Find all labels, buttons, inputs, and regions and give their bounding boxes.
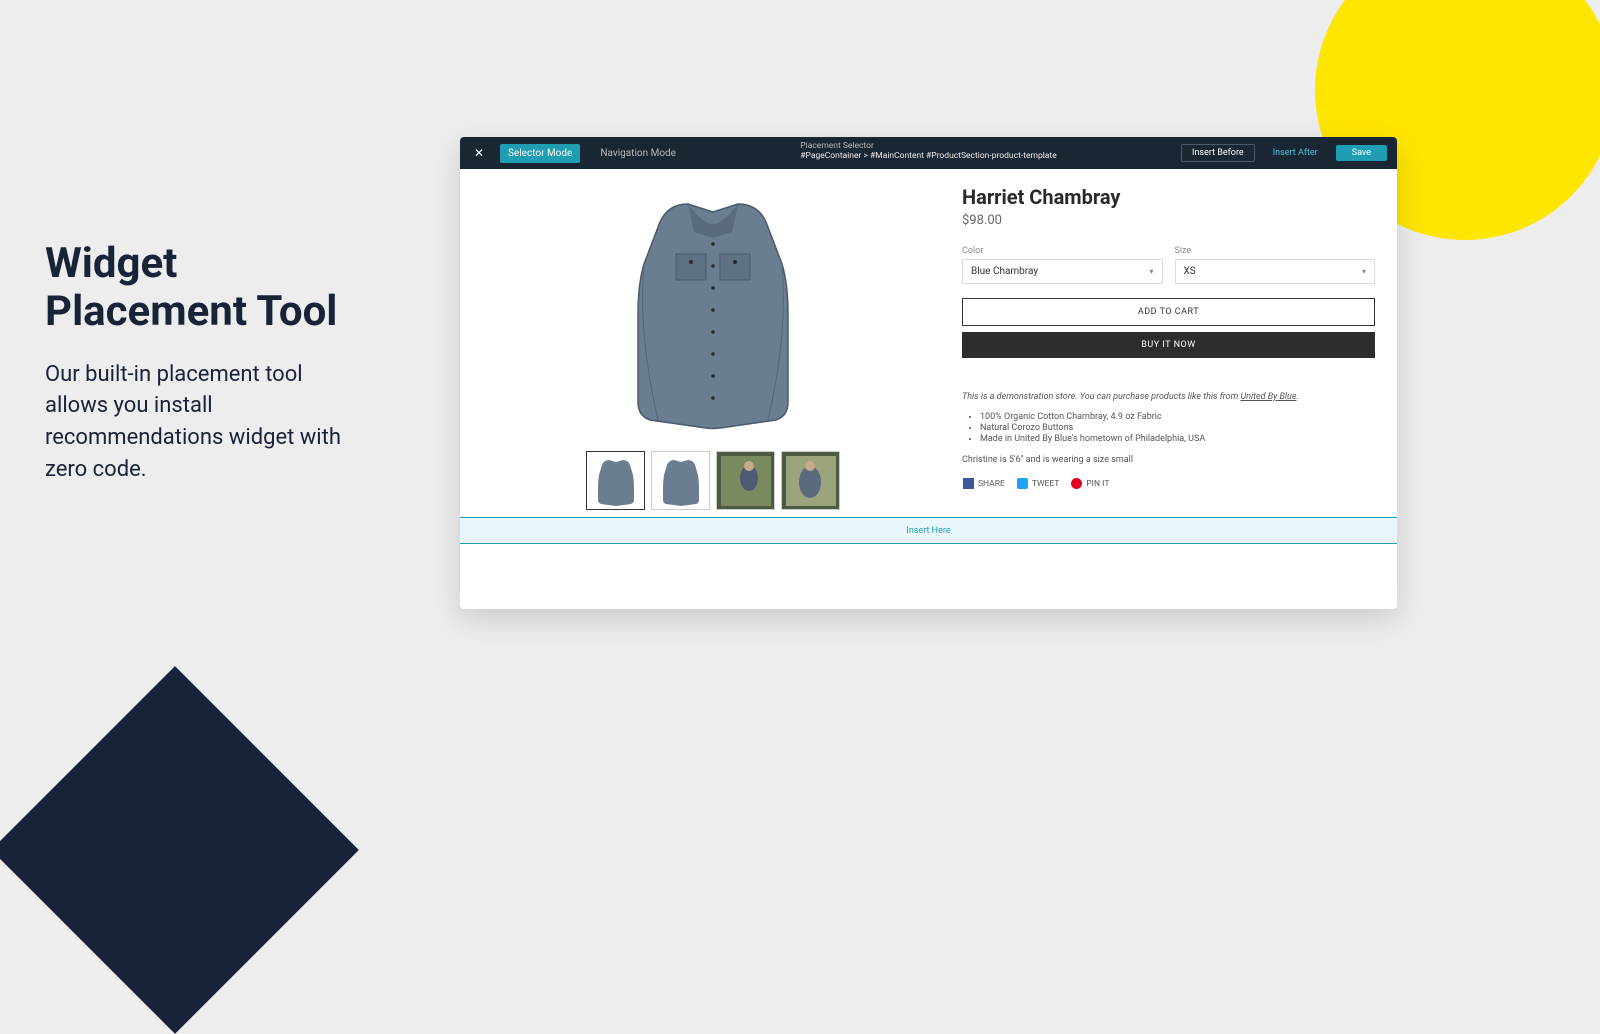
feature-item: 100% Organic Cotton Chambray, 4.9 oz Fab… [980,412,1375,422]
share-pinterest-button[interactable]: PIN IT [1070,477,1110,490]
marketing-copy: Widget Placement Tool Our built-in place… [45,240,365,486]
product-thumbnails [482,451,944,510]
app-screenshot: ✕ Selector Mode Navigation Mode Placemen… [460,137,1397,609]
navigation-mode-button[interactable]: Navigation Mode [592,144,684,163]
chevron-down-icon: ▾ [1149,267,1153,276]
feature-item: Natural Corozo Buttons [980,423,1375,433]
twitter-icon [1017,478,1028,489]
insert-here-marker[interactable]: Insert Here [460,517,1397,544]
share-facebook-button[interactable]: SHARE [962,477,1006,490]
pinterest-icon [1071,478,1082,489]
insert-after-button[interactable]: Insert After [1263,145,1328,161]
insert-before-button[interactable]: Insert Before [1181,144,1255,162]
buy-now-button[interactable]: BUY IT NOW [962,332,1375,358]
share-twitter-button[interactable]: TWEET [1016,477,1061,490]
feature-item: Made in United By Blue's hometown of Phi… [980,434,1375,444]
selector-readout: Placement Selector #PageContainer > #Mai… [800,141,1056,161]
size-value: XS [1184,266,1196,277]
thumbnail-3[interactable] [716,451,775,510]
thumbnail-4[interactable] [781,451,840,510]
shirt-illustration [608,194,818,434]
thumbnail-2[interactable] [651,451,710,510]
add-to-cart-button[interactable]: ADD TO CART [962,298,1375,326]
facebook-icon [963,478,974,489]
page-description: Our built-in placement tool allows you i… [45,359,365,487]
thumbnail-1[interactable] [586,451,645,510]
color-label: Color [962,246,1163,256]
save-button[interactable]: Save [1336,145,1387,161]
color-select[interactable]: Blue Chambray ▾ [962,259,1163,284]
placement-toolbar: ✕ Selector Mode Navigation Mode Placemen… [460,137,1397,169]
selector-path: #PageContainer > #MainContent #ProductSe… [800,151,1056,161]
page-title: Widget Placement Tool [45,240,365,337]
product-price: $98.00 [962,213,1375,228]
size-label: Size [1175,246,1376,256]
model-note: Christine is 5'6" and is wearing a size … [962,455,1375,465]
close-icon[interactable]: ✕ [470,144,488,162]
social-buttons: SHARE TWEET PIN IT [962,477,1375,490]
product-main-image [583,185,843,443]
chevron-down-icon: ▾ [1362,267,1366,276]
color-value: Blue Chambray [971,266,1038,277]
decorative-diamond [0,666,359,1034]
demo-note: This is a demonstration store. You can p… [962,392,1375,402]
feature-list: 100% Organic Cotton Chambray, 4.9 oz Fab… [962,412,1375,445]
size-select[interactable]: XS ▾ [1175,259,1376,284]
selector-mode-button[interactable]: Selector Mode [500,144,580,163]
brand-link[interactable]: United By Blue [1240,392,1296,402]
product-title: Harriet Chambray [962,185,1375,209]
selector-label: Placement Selector [800,141,1056,151]
